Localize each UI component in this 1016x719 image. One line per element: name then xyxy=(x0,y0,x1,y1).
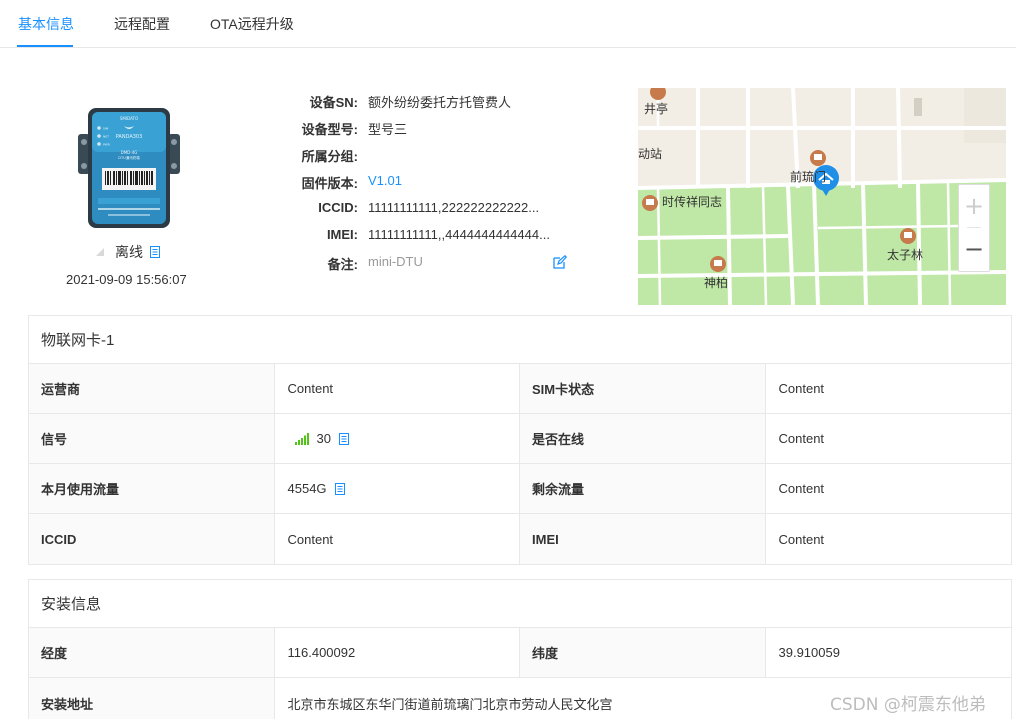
iccid-value: Content xyxy=(275,514,520,564)
longitude-value: 116.400092 xyxy=(275,628,520,677)
signal-label: 信号 xyxy=(29,414,275,463)
online-label: 是否在线 xyxy=(520,414,766,463)
table-row: 经度 116.400092 纬度 39.910059 xyxy=(29,628,1011,678)
device-name: PANDA303 xyxy=(116,134,143,140)
table-row: 信号 30 是否在线 Content xyxy=(29,414,1011,464)
sim-status-value: Content xyxy=(778,381,825,396)
monthly-usage-value: 4554G xyxy=(287,481,327,496)
info-value: 额外纷纷委托方托管费人 xyxy=(368,95,512,110)
location-map[interactable]: 井亭 动站 前琉门 时传祥同志 太子林 神柏 + − xyxy=(638,88,1006,305)
tab-remote-config[interactable]: 远程配置 xyxy=(114,14,170,34)
firmware-version-link[interactable]: V1.01 xyxy=(368,173,402,188)
latitude-value: 39.910059 xyxy=(778,645,840,660)
info-label: 设备SN: xyxy=(309,95,358,110)
imei-value: Content xyxy=(778,531,825,547)
info-label: IMEI: xyxy=(326,227,358,242)
device-image: SMIDATO PANDA303 DMD-4G DTU通讯终端 SIM NET … xyxy=(78,106,180,230)
info-row-group: 所属分组: xyxy=(258,144,578,164)
info-value: 11111111111,222222222222... xyxy=(368,200,540,215)
map-label-dongzhan: 动站 xyxy=(638,147,663,161)
install-info-title: 安装信息 xyxy=(29,580,1011,628)
info-value: mini-DTU xyxy=(368,254,423,269)
carrier-value: Content xyxy=(275,364,520,413)
zoom-in-button[interactable]: + xyxy=(959,185,989,227)
signal-value-cell: 30 xyxy=(275,414,520,463)
imei-label: IMEI xyxy=(520,514,766,564)
online-value: Content xyxy=(778,431,825,446)
signal-strength-icon xyxy=(294,432,309,445)
watermark: CSDN @柯震东他弟 xyxy=(830,695,986,715)
zoom-out-button[interactable]: − xyxy=(959,228,989,270)
device-desc: DTU通讯终端 xyxy=(118,155,140,160)
info-value: 11111111111,,4444444444444... xyxy=(368,227,550,242)
note-icon[interactable] xyxy=(150,246,160,258)
table-row: 本月使用流量 4554G 剩余流量 Content xyxy=(29,464,1011,514)
info-row-model: 设备型号: 型号三 xyxy=(258,117,578,137)
info-label: 固件版本: xyxy=(301,176,358,191)
tab-basic-info[interactable]: 基本信息 xyxy=(18,14,74,34)
info-label: 备注: xyxy=(327,257,358,272)
info-row-iccid: ICCID: 11111111111,222222222222... xyxy=(258,198,578,218)
note-icon[interactable] xyxy=(338,432,349,445)
tab-bar: 基本信息 远程配置 OTA远程升级 xyxy=(0,0,1016,48)
edit-icon[interactable] xyxy=(553,255,567,269)
device-status-text: 离线 xyxy=(115,244,143,260)
indicator-pwr: PWR xyxy=(103,143,110,147)
info-row-imei: IMEI: 11111111111,,4444444444444... xyxy=(258,225,578,245)
tab-ota-upgrade[interactable]: OTA远程升级 xyxy=(210,14,294,34)
device-status: 离线 xyxy=(95,243,160,261)
latitude-label: 纬度 xyxy=(520,628,766,677)
info-row-remark: 备注: mini-DTU xyxy=(258,252,578,272)
note-icon[interactable] xyxy=(334,482,345,495)
indicator-net: NET xyxy=(103,135,109,139)
address-label: 安装地址 xyxy=(29,678,275,719)
map-zoom-control: + − xyxy=(958,184,990,272)
map-label-qianliumen: 前琉门 xyxy=(790,170,827,184)
indicator-sim: SIM xyxy=(103,127,109,131)
info-label: 设备型号: xyxy=(301,122,358,137)
carrier-label: 运营商 xyxy=(29,364,275,413)
device-timestamp: 2021-09-09 15:56:07 xyxy=(66,272,187,287)
iccid-label: ICCID xyxy=(29,514,275,564)
sim-card-panel: 物联网卡-1 运营商 Content SIM卡状态 Content 信号 30 … xyxy=(28,315,1012,565)
map-label-shichuan: 时传祥同志 xyxy=(662,195,723,209)
remaining-value: Content xyxy=(778,481,825,496)
monthly-usage-cell: 4554G xyxy=(275,464,520,513)
map-label-taizilin: 太子林 xyxy=(887,248,924,262)
monthly-usage-label: 本月使用流量 xyxy=(29,464,275,513)
sim-status-label: SIM卡状态 xyxy=(520,364,766,413)
info-label: ICCID: xyxy=(318,200,358,215)
device-brand: SMIDATO xyxy=(120,116,138,121)
signal-value: 30 xyxy=(316,431,331,446)
remaining-label: 剩余流量 xyxy=(520,464,766,513)
info-value: 型号三 xyxy=(368,122,408,137)
map-label-shenbai: 神柏 xyxy=(704,276,729,290)
info-row-firmware: 固件版本: V1.01 xyxy=(258,171,578,191)
tab-active-indicator xyxy=(17,45,73,47)
info-label: 所属分组: xyxy=(301,149,358,164)
signal-off-icon xyxy=(96,248,104,256)
map-label-jingting: 井亭 xyxy=(644,102,669,116)
info-row-sn: 设备SN: 额外纷纷委托方托管费人 xyxy=(258,90,578,110)
table-row: ICCID Content IMEI Content xyxy=(29,514,1011,564)
longitude-label: 经度 xyxy=(29,628,275,677)
sim-card-title: 物联网卡-1 xyxy=(29,316,1011,364)
table-row: 运营商 Content SIM卡状态 Content xyxy=(29,364,1011,414)
device-model: DMD-4G xyxy=(121,150,138,155)
